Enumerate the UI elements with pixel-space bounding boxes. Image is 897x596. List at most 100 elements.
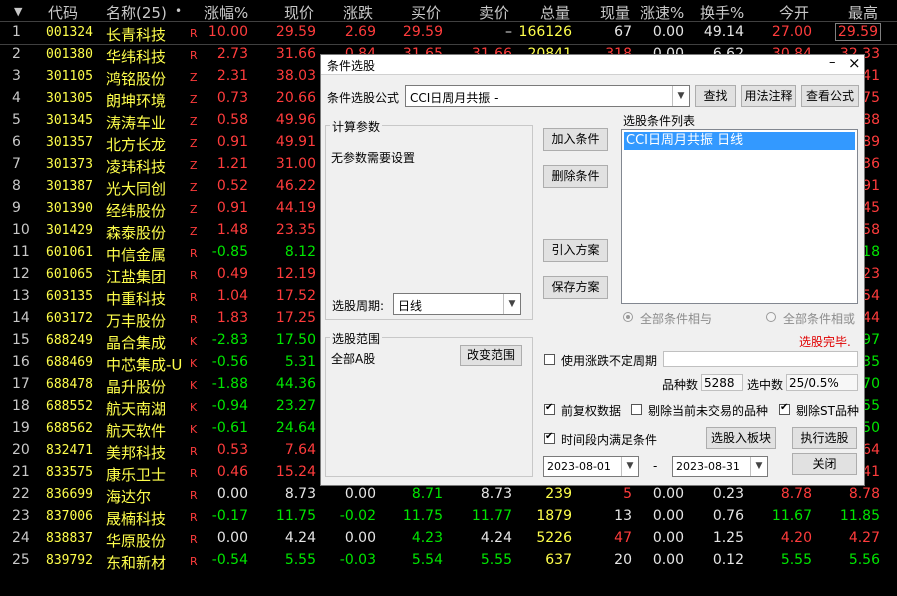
exclude-untraded-checkbox[interactable] (631, 404, 642, 415)
condition-list-item[interactable]: CCI日周月共振 日线 (624, 132, 855, 150)
row-market-tag: K (190, 357, 198, 370)
row-chg: 2.69 (344, 24, 376, 40)
row-chg-pct: -0.94 (211, 398, 248, 414)
to-block-button[interactable]: 选股入板块 (706, 427, 776, 449)
formula-label: 条件选股公式 (327, 91, 400, 105)
selected-value: 25/0.5% (789, 376, 839, 390)
variable-period-input[interactable] (663, 351, 858, 367)
row-price: 24.64 (275, 420, 316, 436)
table-row[interactable]: 23 837006 晟楠科技 R -0.17 11.75 -0.02 11.75 11.77 18… (0, 506, 897, 528)
row-code: 838837 (46, 531, 93, 546)
col-volume[interactable]: 总量 (540, 2, 570, 23)
row-code: 301105 (46, 69, 93, 84)
row-open: 27.00 (771, 24, 812, 40)
table-row[interactable]: 1 001324 长青科技 R 10.00 29.59 2.69 29.59 –166126 67… (0, 21, 897, 45)
row-chg-pct: 0.91 (216, 134, 248, 150)
chevron-down-icon[interactable]: ▼ (750, 457, 767, 476)
row-cur-vol: 47 (614, 530, 632, 546)
row-price: 49.91 (275, 134, 316, 150)
row-open: 4.20 (780, 530, 812, 546)
row-code: 301345 (46, 113, 93, 128)
row-market-tag: Z (190, 203, 198, 216)
find-button[interactable]: 查找 (695, 85, 736, 107)
col-cur-vol[interactable]: 现量 (600, 2, 630, 23)
col-speed[interactable]: 涨速% (640, 2, 684, 23)
col-price[interactable]: 现价 (284, 2, 314, 23)
row-index: 16 (12, 354, 30, 370)
chevron-down-icon[interactable]: ▼ (503, 294, 520, 314)
exclude-st-label: 剔除ST品种 (796, 404, 859, 418)
row-index: 18 (12, 398, 30, 414)
row-index: 19 (12, 420, 30, 436)
row-index: 4 (12, 90, 21, 106)
condition-list-label: 选股条件列表 (623, 114, 696, 128)
row-chg-pct: 1.21 (216, 156, 248, 172)
col-chg[interactable]: 涨跌 (343, 2, 373, 23)
period-satisfy-checkbox[interactable] (544, 431, 555, 444)
radio-or[interactable] (766, 312, 776, 322)
dialog-titlebar[interactable]: 条件选股 – × (321, 54, 864, 75)
col-name[interactable]: 名称(25) (106, 2, 167, 23)
table-row[interactable]: 22 836699 海达尔 R 0.00 8.73 0.00 8.71 8.73 239 5 0.00… (0, 484, 897, 506)
save-plan-button[interactable]: 保存方案 (543, 276, 608, 299)
row-cur-vol: 5 (623, 486, 632, 502)
date-from-picker[interactable]: 2023-08-01 ▼ (543, 456, 639, 477)
row-index: 21 (12, 464, 30, 480)
row-chg-pct: 0.53 (216, 442, 248, 458)
row-market-tag: R (190, 555, 198, 568)
row-name: 经纬股份 (106, 202, 167, 220)
row-index: 9 (12, 200, 21, 216)
row-chg: -0.02 (339, 508, 376, 524)
variable-period-checkbox[interactable] (544, 354, 555, 365)
table-row[interactable]: 24 838837 华原股份 R 0.00 4.24 0.00 4.23 4.24 5226 47 0… (0, 528, 897, 550)
change-scope-button[interactable]: 改变范围 (460, 345, 522, 366)
col-high[interactable]: 最高 (848, 2, 878, 23)
exclude-st-checkbox[interactable] (779, 402, 790, 415)
date-to-picker[interactable]: 2023-08-31 ▼ (672, 456, 768, 477)
add-condition-button[interactable]: 加入条件 (543, 128, 608, 151)
row-bid: 29.59 (402, 24, 443, 40)
view-formula-button[interactable]: 查看公式 (801, 85, 859, 107)
col-open[interactable]: 今开 (779, 2, 809, 23)
chevron-down-icon[interactable]: ▼ (621, 457, 638, 476)
count-value: 5288 (704, 376, 735, 390)
row-code: 688469 (46, 355, 93, 370)
row-price: 15.24 (275, 464, 316, 480)
adjust-checkbox[interactable] (544, 402, 555, 415)
close-icon[interactable]: × (848, 54, 861, 72)
row-price: 38.03 (275, 68, 316, 84)
selected-label: 选中数 (747, 378, 784, 392)
col-chg-pct[interactable]: 涨幅% (204, 2, 248, 23)
row-price: 17.50 (275, 332, 316, 348)
row-market-tag: Z (190, 137, 198, 150)
minimize-icon[interactable]: – (829, 55, 836, 70)
row-index: 13 (12, 288, 30, 304)
condition-list[interactable]: CCI日周月共振 日线 (621, 129, 858, 304)
sort-arrow-icon[interactable]: ▼ (14, 5, 22, 18)
col-code[interactable]: 代码 (48, 2, 78, 23)
col-turnover[interactable]: 换手% (700, 2, 744, 23)
usage-notes-button[interactable]: 用法注释 (741, 85, 796, 107)
period-select[interactable]: 日线 ▼ (393, 293, 521, 315)
execute-button[interactable]: 执行选股 (792, 427, 857, 449)
close-button[interactable]: 关闭 (792, 453, 857, 475)
row-index: 14 (12, 310, 30, 326)
row-ask: – (505, 24, 512, 40)
radio-and[interactable] (623, 312, 633, 322)
formula-select[interactable]: CCI日周月共振 - ▼ (405, 85, 690, 107)
row-open: 5.55 (780, 552, 812, 568)
row-high: 11.85 (839, 508, 880, 524)
row-chg: 0.00 (344, 486, 376, 502)
col-bid[interactable]: 买价 (411, 2, 441, 23)
col-ask[interactable]: 卖价 (479, 2, 509, 23)
chevron-down-icon[interactable]: ▼ (672, 86, 689, 106)
row-chg-pct: 10.00 (207, 24, 248, 40)
row-name: 中信金属 (106, 246, 167, 264)
radio-and-label: 全部条件相与 (640, 312, 713, 326)
import-plan-button[interactable]: 引入方案 (543, 239, 608, 262)
delete-condition-button[interactable]: 删除条件 (543, 165, 608, 188)
row-code: 601065 (46, 267, 93, 282)
row-price: 5.55 (284, 552, 316, 568)
table-header: ▼ 代码 名称(25) • 涨幅% 现价 涨跌 买价 卖价 总量 现量 涨速% … (0, 0, 897, 22)
table-row[interactable]: 25 839792 东和新材 R -0.54 5.55 -0.03 5.54 5.55 637 20… (0, 550, 897, 572)
